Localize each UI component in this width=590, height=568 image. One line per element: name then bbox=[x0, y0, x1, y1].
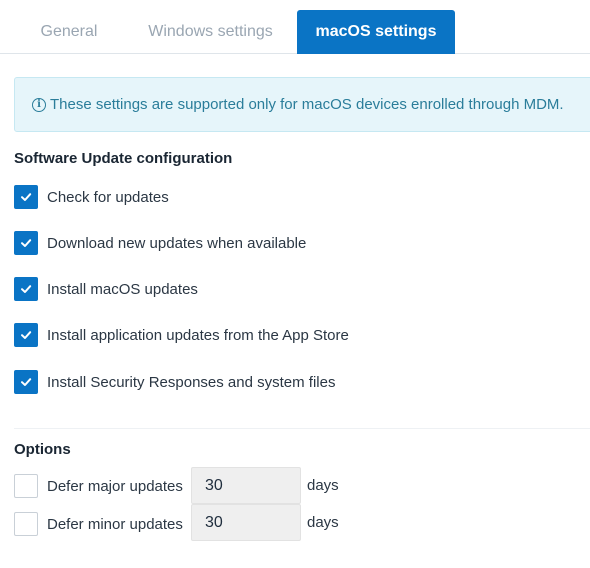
section-divider bbox=[14, 428, 590, 429]
download-updates-checkbox[interactable] bbox=[14, 231, 38, 255]
software-update-heading: Software Update configuration bbox=[14, 150, 233, 167]
defer-major-updates-label: Defer major updates bbox=[47, 477, 183, 495]
install-macos-updates-label: Install macOS updates bbox=[47, 280, 198, 298]
install-security-responses-label: Install Security Responses and system fi… bbox=[47, 373, 336, 391]
defer-minor-unit: days bbox=[307, 514, 339, 531]
info-circle-icon: i bbox=[32, 97, 46, 112]
install-security-responses-checkbox[interactable] bbox=[14, 370, 38, 394]
info-banner: i These settings are supported only for … bbox=[14, 77, 590, 132]
install-macos-updates-checkbox[interactable] bbox=[14, 277, 38, 301]
checkmark-icon bbox=[21, 331, 32, 339]
install-app-store-updates-label: Install application updates from the App… bbox=[47, 326, 349, 344]
install-app-store-updates-checkbox[interactable] bbox=[14, 323, 38, 347]
install-macos-updates-option[interactable]: Install macOS updates bbox=[14, 277, 198, 301]
tab-windows-settings[interactable]: Windows settings bbox=[128, 10, 293, 54]
check-for-updates-option[interactable]: Check for updates bbox=[14, 185, 169, 209]
defer-minor-days-input[interactable] bbox=[191, 504, 301, 541]
defer-major-updates-checkbox[interactable] bbox=[14, 474, 38, 498]
checkmark-icon bbox=[21, 193, 32, 201]
options-heading: Options bbox=[14, 441, 71, 458]
check-for-updates-checkbox[interactable] bbox=[14, 185, 38, 209]
defer-major-unit: days bbox=[307, 477, 339, 494]
defer-minor-updates-option[interactable]: Defer minor updates bbox=[14, 512, 183, 536]
checkmark-icon bbox=[21, 378, 32, 386]
download-updates-label: Download new updates when available bbox=[47, 234, 307, 252]
info-banner-text: These settings are supported only for ma… bbox=[50, 96, 564, 113]
install-security-responses-option[interactable]: Install Security Responses and system fi… bbox=[14, 370, 335, 394]
checkmark-icon bbox=[21, 285, 32, 293]
tab-bar: General Windows settings macOS settings bbox=[0, 0, 590, 54]
defer-minor-updates-label: Defer minor updates bbox=[47, 515, 183, 533]
defer-major-updates-option[interactable]: Defer major updates bbox=[14, 474, 183, 498]
download-updates-option[interactable]: Download new updates when available bbox=[14, 231, 306, 255]
tab-macos-settings[interactable]: macOS settings bbox=[297, 10, 455, 54]
tab-general[interactable]: General bbox=[14, 10, 124, 54]
checkmark-icon bbox=[21, 239, 32, 247]
defer-minor-updates-checkbox[interactable] bbox=[14, 512, 38, 536]
defer-major-days-input[interactable] bbox=[191, 467, 301, 504]
install-app-store-updates-option[interactable]: Install application updates from the App… bbox=[14, 323, 349, 347]
check-for-updates-label: Check for updates bbox=[47, 188, 169, 206]
